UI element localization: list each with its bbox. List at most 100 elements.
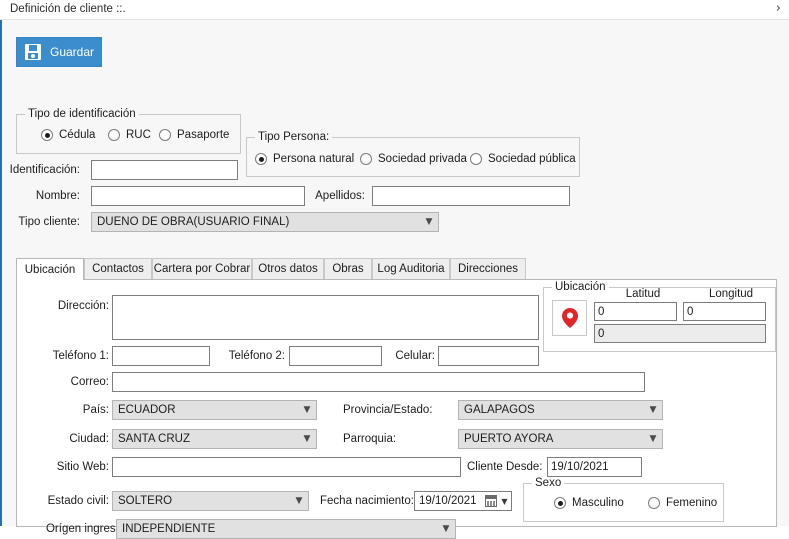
floppy-disk-icon [25,44,41,60]
sitio-web-input[interactable] [112,457,461,477]
parroquia-select[interactable]: PUERTO AYORA ▼ [458,429,663,449]
radio-indicator [648,497,660,509]
tab-obras[interactable]: Obras [324,258,372,279]
map-pin-icon [561,308,578,328]
tab-contactos[interactable]: Contactos [84,258,152,279]
radio-ruc[interactable]: RUC [108,129,151,141]
tipo-cliente-label: Tipo cliente: [18,216,80,228]
tab-label: Otros datos [258,263,318,275]
latitud-label: Latitud [625,288,661,300]
longitud-label: Longitud [708,288,754,300]
fecha-nacimiento-datepicker[interactable]: 19/10/2021 ▼ [414,491,512,511]
provincia-select[interactable]: GALAPAGOS ▼ [458,400,663,420]
radio-indicator [159,129,171,141]
radio-sociedad-privada[interactable]: Sociedad privada [360,153,467,165]
radio-label: Sociedad privada [378,153,467,165]
origen-ingresos-select[interactable]: INDEPENDIENTE ▼ [116,519,456,539]
radio-label: Cédula [59,129,96,141]
radio-indicator [554,497,566,509]
chevron-down-icon: ▼ [295,495,303,506]
chevron-down-icon: ▼ [425,216,433,227]
radio-label: Femenino [666,497,718,509]
correo-input[interactable] [112,372,645,392]
tab-label: Cartera por Cobrar [153,263,251,275]
telefono1-label: Teléfono 1: [52,350,109,362]
location-address-readonly [594,324,766,343]
correo-label: Correo: [70,376,109,388]
location-coordinates-group: Ubicación Latitud Longitud [543,281,776,352]
radio-pasaporte[interactable]: Pasaporte [159,129,229,141]
ciudad-value: SANTA CRUZ [118,433,190,445]
save-button[interactable]: Guardar [16,37,102,67]
tipo-cliente-select[interactable]: DUENO DE OBRA(USUARIO FINAL) ▼ [91,212,439,232]
tab-strip: Ubicación Contactos Cartera por Cobrar O… [16,258,777,280]
tab-label: Direcciones [457,263,519,275]
nombre-input[interactable] [91,186,305,206]
radio-indicator [255,153,267,165]
tipo-cliente-value: DUENO DE OBRA(USUARIO FINAL) [97,216,290,228]
window-header: Definición de cliente ::. › [0,0,789,20]
pais-select[interactable]: ECUADOR ▼ [112,400,317,420]
apellidos-input[interactable] [372,186,570,206]
radio-cedula[interactable]: Cédula [41,129,95,141]
celular-input[interactable] [438,346,539,366]
tab-label: Obras [332,263,364,275]
cliente-desde-input[interactable] [547,457,642,477]
identificacion-input[interactable] [91,160,238,180]
tab-otros-datos[interactable]: Otros datos [252,258,324,279]
save-button-label: Guardar [50,45,95,59]
radio-label: Persona natural [273,153,355,165]
ciudad-label: Ciudad: [69,433,109,445]
latitud-input[interactable] [594,302,677,321]
direccion-label: Dirección: [57,300,109,312]
estado-civil-label: Estado civil: [47,495,109,507]
radio-sociedad-publica[interactable]: Sociedad pública [470,153,576,165]
origen-ingresos-value: INDEPENDIENTE [122,523,216,535]
parroquia-label: Parroquia: [343,433,397,445]
longitud-input[interactable] [683,302,766,321]
person-type-group-title: Tipo Persona: [255,131,333,143]
pais-label: País: [82,404,109,416]
sitio-web-label: Sitio Web: [56,461,109,473]
direccion-input[interactable] [112,295,539,340]
person-type-group: Tipo Persona: Persona natural Sociedad p… [246,131,580,177]
tab-ubicacion[interactable]: Ubicación [16,258,84,280]
chevron-down-icon: ▼ [303,433,311,444]
telefono2-input[interactable] [289,346,382,366]
radio-label: RUC [126,129,151,141]
chevron-right-icon[interactable]: › [776,1,781,16]
main-pane: Guardar Tipo de identificación Cédula RU… [0,20,789,539]
identification-type-group: Tipo de identificación Cédula RUC Pasapo… [16,108,241,154]
telefono1-input[interactable] [112,346,210,366]
provincia-value: GALAPAGOS [464,404,535,416]
tab-log-auditoria[interactable]: Log Auditoria [372,258,450,279]
ciudad-select[interactable]: SANTA CRUZ ▼ [112,429,317,449]
sexo-group-title: Sexo [532,477,565,489]
pais-value: ECUADOR [118,404,176,416]
tab-cartera-por-cobrar[interactable]: Cartera por Cobrar [152,258,252,279]
fecha-nacimiento-label: Fecha nacimiento: [320,495,414,507]
sexo-group: Sexo Masculino Femenino [523,477,724,522]
radio-persona-natural[interactable]: Persona natural [255,153,354,165]
chevron-down-icon: ▼ [649,433,657,444]
provincia-label: Provincia/Estado: [343,404,433,416]
apellidos-label: Apellidos: [315,190,365,202]
tab-direcciones[interactable]: Direcciones [450,258,526,279]
page-title: Definición de cliente ::. [10,3,126,15]
chevron-down-icon: ▼ [501,496,508,506]
calendar-icon [485,495,497,507]
estado-civil-value: SOLTERO [118,495,173,507]
chevron-down-icon: ▼ [649,404,657,415]
tab-panel-ubicacion: Dirección: Teléfono 1: Teléfono 2: Celul… [16,279,777,539]
radio-indicator [360,153,372,165]
radio-masculino[interactable]: Masculino [554,497,624,509]
tab-label: Log Auditoria [377,263,445,275]
celular-label: Celular: [395,350,435,362]
radio-indicator [470,153,482,165]
tab-label: Contactos [92,263,144,275]
radio-femenino[interactable]: Femenino [648,497,717,509]
estado-civil-select[interactable]: SOLTERO ▼ [112,491,309,511]
cliente-desde-label: Cliente Desde: [467,461,543,473]
radio-label: Sociedad pública [488,153,576,165]
map-pin-button[interactable] [552,300,587,336]
